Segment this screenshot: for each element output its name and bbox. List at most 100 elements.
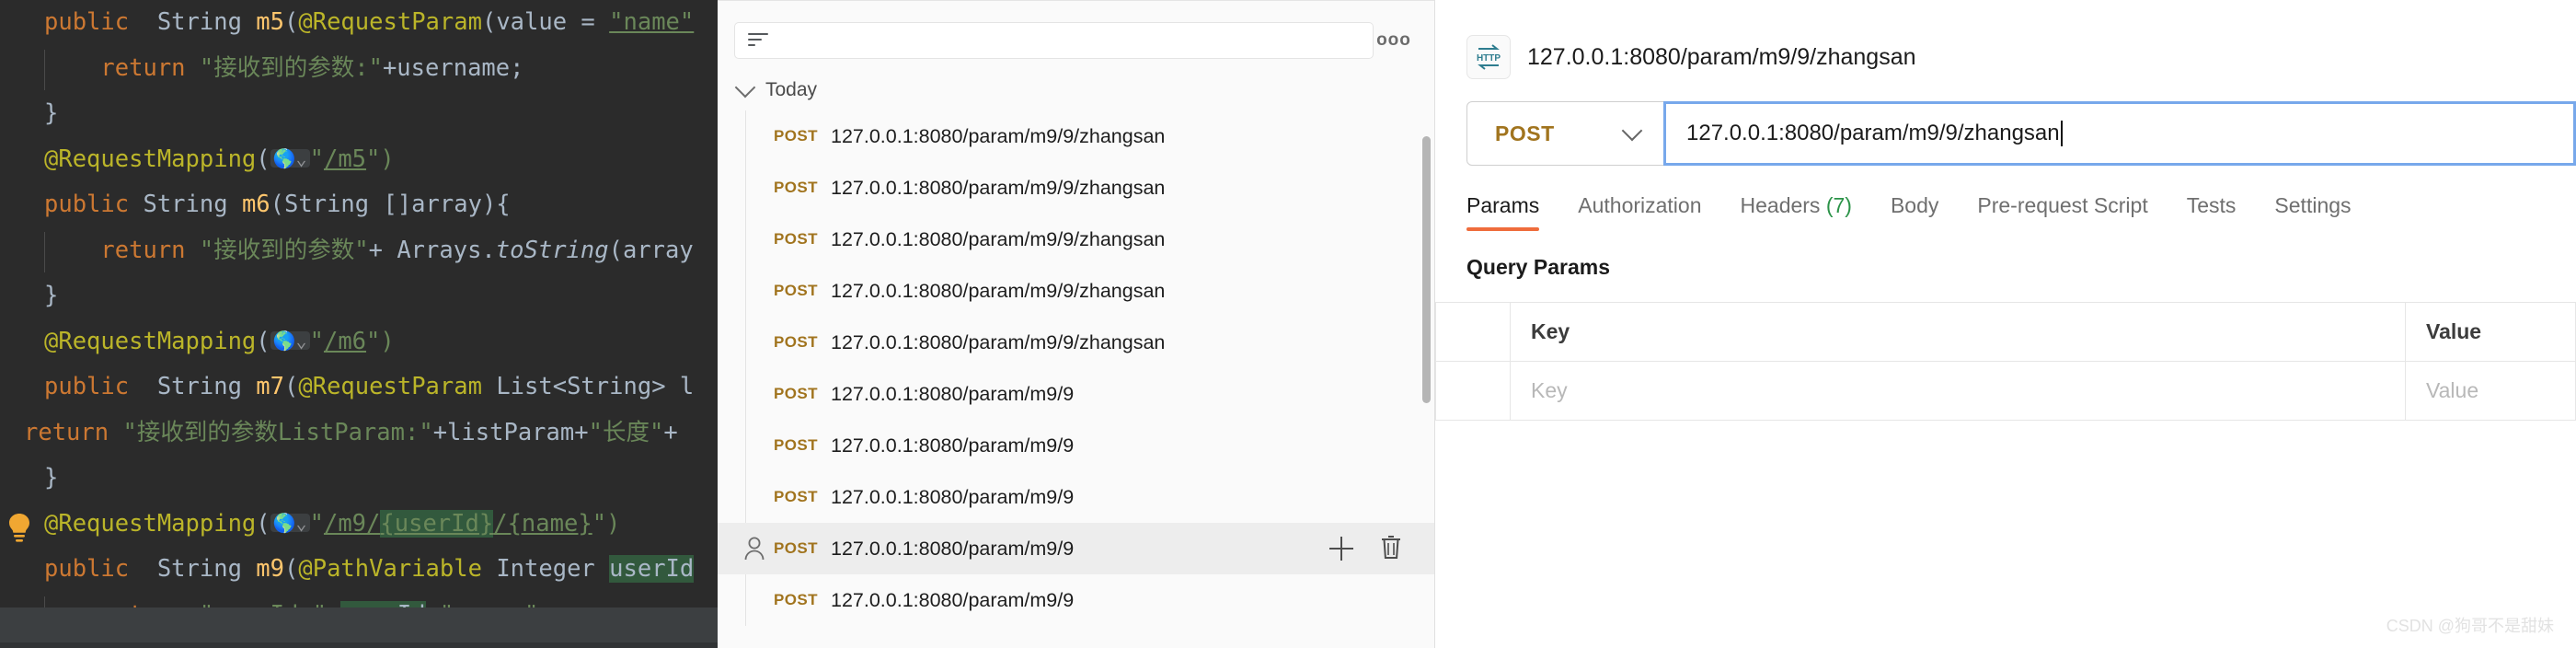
code-line[interactable]: return "接收到的参数ListParam:"+listParam+"长度"… [0, 411, 718, 457]
tab-label: Tests [2186, 193, 2237, 217]
code-line[interactable]: return "接收到的参数"+ Arrays.toString(array [0, 228, 718, 274]
history-list-item[interactable]: POST 127.0.0.1:8080/param/m9/9/zhangsan [746, 162, 1434, 214]
history-panel[interactable]: ooo Today POST 127.0.0.1:8080/param/m9/9/… [718, 0, 1435, 648]
tab-label: Headers [1740, 193, 1821, 217]
history-list-item[interactable]: POST 127.0.0.1:8080/param/m9/9 [718, 523, 1434, 574]
code-line[interactable]: public String m5(@RequestParam(value = "… [0, 0, 718, 46]
column-header-key: Key [1510, 302, 2406, 362]
code-token: m9 [256, 555, 285, 583]
history-item-url: 127.0.0.1:8080/param/m9/9/zhangsan [831, 279, 1166, 302]
intention-bulb-icon[interactable] [6, 512, 33, 543]
code-line[interactable]: } [0, 273, 718, 319]
code-line[interactable]: return "接收到的参数:"+username; [0, 46, 718, 92]
code-token: {userId} [380, 509, 494, 538]
history-list-item[interactable]: POST 127.0.0.1:8080/param/m9/9/zhangsan [746, 265, 1434, 317]
code-line[interactable]: } [0, 91, 718, 137]
select-all-cell[interactable] [1435, 302, 1511, 362]
tab-authorization[interactable]: Authorization [1578, 193, 1725, 231]
query-params-table[interactable]: Key Value Key Value [1435, 302, 2576, 421]
svg-text:HTTP: HTTP [1477, 53, 1501, 64]
history-list-item[interactable]: POST 127.0.0.1:8080/param/m9/9 [746, 574, 1434, 626]
code-token: ") [366, 145, 395, 173]
chevron-down-icon [1621, 120, 1643, 142]
history-item-method: POST [774, 488, 818, 505]
code-line[interactable]: } [0, 456, 718, 502]
code-token: } [44, 282, 59, 309]
code-line[interactable]: public String m7(@RequestParam List<Stri… [0, 364, 718, 411]
delete-icon[interactable] [1379, 533, 1403, 565]
code-line[interactable]: public String m9(@PathVariable Integer u… [0, 547, 718, 593]
tab-count-badge: (7) [1820, 193, 1852, 217]
tab-settings[interactable]: Settings [2274, 193, 2375, 231]
tab-headers[interactable]: Headers (7) [1741, 193, 1876, 231]
history-item-method: POST [774, 591, 818, 608]
code-line[interactable]: @RequestMapping(🌎⌄ "/m9/{userId}/{name}") [0, 502, 718, 548]
chevron-down-icon [734, 76, 756, 98]
code-token: } [44, 464, 59, 492]
code-token: String [143, 191, 242, 218]
globe-icon[interactable]: 🌎⌄ [270, 148, 310, 168]
code-token: "接收到的参数" [199, 236, 369, 264]
source-code[interactable]: public String m5(@RequestParam(value = "… [0, 0, 718, 608]
code-token: m6 [241, 191, 270, 218]
code-token: ") [592, 509, 621, 538]
globe-icon[interactable]: 🌎⌄ [270, 513, 310, 532]
history-item-method: POST [774, 230, 818, 248]
table-row[interactable]: Key Value [1435, 361, 2576, 421]
tab-params[interactable]: Params [1466, 193, 1563, 231]
code-token: ") [366, 327, 395, 355]
tab-label: Params [1466, 193, 1540, 217]
tab-body[interactable]: Body [1891, 193, 1962, 231]
code-token: @RequestMapping [44, 145, 257, 173]
history-item-url: 127.0.0.1:8080/param/m9/9/zhangsan [831, 176, 1166, 199]
code-line[interactable]: return "userId:"+userId+"name:"+name; [0, 593, 718, 608]
code-token: ( [256, 145, 270, 173]
request-url-input[interactable]: 127.0.0.1:8080/param/m9/9/zhangsan [1663, 101, 2576, 166]
code-token: "name" [609, 8, 695, 36]
code-token: + [426, 601, 440, 608]
history-list[interactable]: POST 127.0.0.1:8080/param/m9/9/zhangsan PO… [718, 110, 1434, 626]
history-scrollbar[interactable] [1422, 136, 1431, 403]
code-token: ( [284, 373, 299, 400]
row-checkbox-cell[interactable] [1435, 361, 1511, 421]
request-panel[interactable]: HTTP 127.0.0.1:8080/param/m9/9/zhangsan … [1435, 0, 2576, 648]
history-list-item[interactable]: POST 127.0.0.1:8080/param/m9/9 [746, 471, 1434, 523]
http-protocol-icon: HTTP [1466, 35, 1511, 79]
history-list-item[interactable]: POST 127.0.0.1:8080/param/m9/9 [746, 420, 1434, 471]
code-editor-panel[interactable]: public String m5(@RequestParam(value = "… [0, 0, 718, 648]
code-token: ( [284, 8, 299, 36]
code-token: + [663, 418, 678, 446]
request-tabs[interactable]: Params Authorization Headers (7) Body Pre-re… [1435, 166, 2576, 231]
code-token: (array [608, 236, 694, 264]
code-token: +name; [538, 601, 623, 608]
code-token: /m5 [323, 145, 367, 173]
history-filter-input[interactable] [734, 22, 1374, 59]
code-line[interactable]: @RequestMapping(🌎⌄ "/m5") [0, 137, 718, 183]
tab-tests[interactable]: Tests [2187, 193, 2260, 231]
add-icon[interactable] [1329, 537, 1353, 561]
history-list-item[interactable]: POST 127.0.0.1:8080/param/m9/9/zhangsan [746, 214, 1434, 265]
tab-pre-request-script[interactable]: Pre-request Script [1977, 193, 2171, 231]
history-list-item[interactable]: POST 127.0.0.1:8080/param/m9/9 [746, 368, 1434, 420]
code-token: @RequestParam [298, 373, 482, 400]
code-token: m5 [256, 8, 285, 36]
param-value-input[interactable]: Value [2405, 361, 2576, 421]
code-token: @RequestParam [298, 8, 482, 36]
code-token: /m6 [323, 327, 367, 355]
code-line[interactable]: public String m6(String []array){ [0, 182, 718, 228]
history-item-url: 127.0.0.1:8080/param/m9/9 [831, 485, 1075, 508]
history-list-item[interactable]: POST 127.0.0.1:8080/param/m9/9/zhangsan [746, 110, 1434, 162]
http-method-select[interactable]: POST [1466, 101, 1664, 166]
code-token: String [156, 373, 257, 400]
param-key-input[interactable]: Key [1510, 361, 2406, 421]
history-more-options-icon[interactable]: ooo [1374, 30, 1414, 51]
code-token: public [44, 555, 157, 583]
code-token: return [100, 601, 199, 608]
code-token: " [309, 509, 324, 538]
history-item-method: POST [774, 385, 818, 402]
code-line[interactable]: @RequestMapping(🌎⌄ "/m6") [0, 319, 718, 365]
history-list-item[interactable]: POST 127.0.0.1:8080/param/m9/9/zhangsan [746, 317, 1434, 368]
globe-icon[interactable]: 🌎⌄ [270, 330, 310, 350]
history-item-url: 127.0.0.1:8080/param/m9/9/zhangsan [831, 330, 1166, 353]
history-group-header[interactable]: Today [718, 66, 1434, 110]
